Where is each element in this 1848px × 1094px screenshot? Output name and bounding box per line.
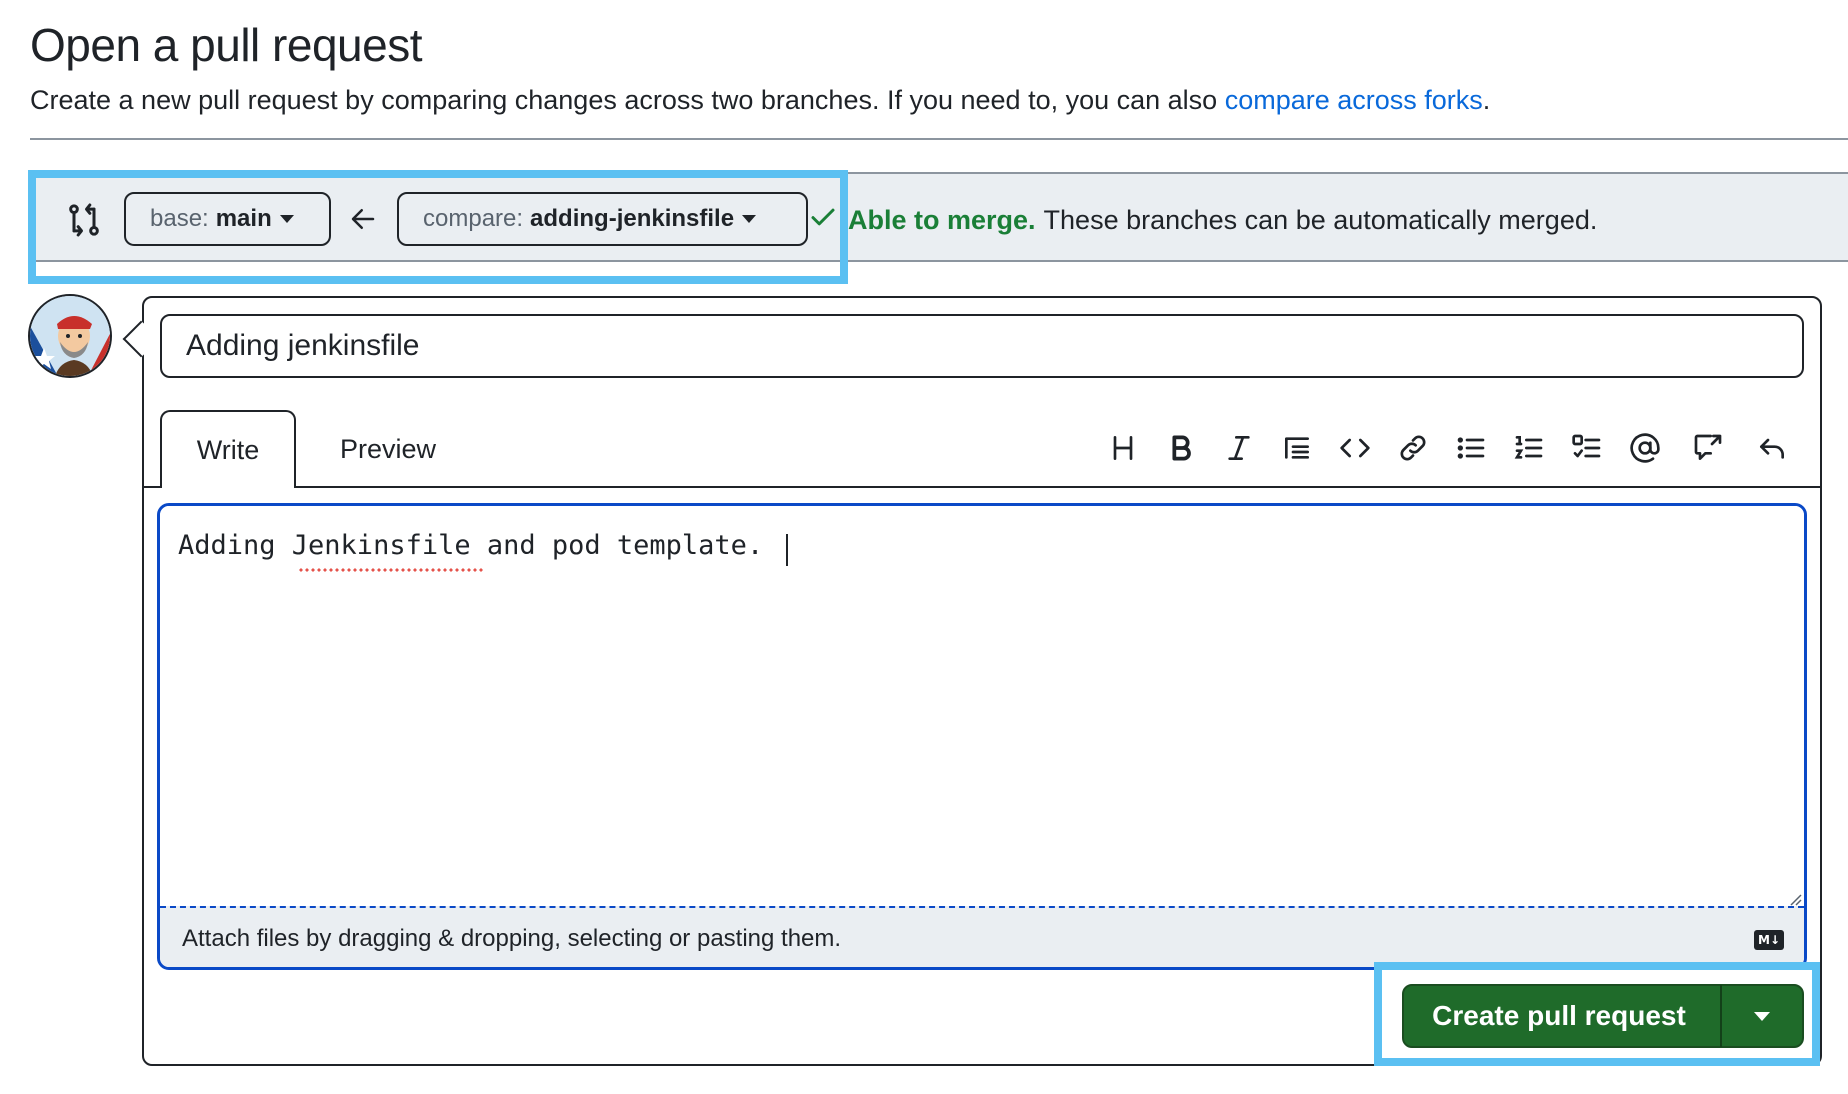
unordered-list-icon[interactable] <box>1449 426 1493 470</box>
spellcheck-underline <box>298 568 483 572</box>
git-compare-icon <box>64 200 104 240</box>
page-title: Open a pull request <box>30 19 423 71</box>
tab-write[interactable]: Write <box>160 410 296 488</box>
italic-icon[interactable] <box>1217 426 1261 470</box>
create-pull-request-button-group: Create pull request <box>1402 984 1804 1048</box>
caret-down-icon <box>1754 1011 1770 1021</box>
check-icon <box>808 202 838 239</box>
base-branch-select[interactable]: base: main <box>124 192 331 246</box>
subtitle-period: . <box>1482 85 1491 115</box>
caret-down-icon <box>279 215 294 223</box>
pr-body-editor: Attach files by dragging & dropping, sel… <box>157 503 1807 970</box>
page-subtitle: Create a new pull request by comparing c… <box>30 85 1490 116</box>
base-value: main <box>215 205 272 232</box>
heading-icon[interactable] <box>1101 426 1145 470</box>
markdown-icon[interactable]: M↓ <box>1754 930 1784 950</box>
pr-title-input[interactable] <box>160 314 1804 378</box>
compare-branch-select[interactable]: compare: adding-jenkinsfile <box>397 192 808 246</box>
merge-status-label: Able to merge. <box>848 205 1036 235</box>
cross-reference-icon[interactable] <box>1686 426 1730 470</box>
bold-icon[interactable] <box>1159 426 1203 470</box>
attach-files-bar[interactable]: Attach files by dragging & dropping, sel… <box>160 906 1804 967</box>
pr-body-textarea[interactable] <box>160 506 1804 906</box>
quote-icon[interactable] <box>1275 426 1319 470</box>
ordered-list-icon[interactable] <box>1507 426 1551 470</box>
create-options-dropdown[interactable] <box>1722 986 1802 1046</box>
merge-status-detail: These branches can be automatically merg… <box>1043 205 1598 235</box>
base-prefix: base: <box>150 205 209 232</box>
compare-prefix: compare: <box>423 205 524 232</box>
task-list-icon[interactable] <box>1565 426 1609 470</box>
divider <box>30 138 1848 140</box>
create-pull-request-button[interactable]: Create pull request <box>1404 1000 1720 1032</box>
resize-handle-icon[interactable] <box>1788 892 1802 906</box>
code-icon[interactable] <box>1333 426 1377 470</box>
compare-value: adding-jenkinsfile <box>530 205 735 232</box>
text-cursor <box>786 534 788 566</box>
caret-down-icon <box>742 215 757 223</box>
attach-files-text: Attach files by dragging & dropping, sel… <box>182 925 842 952</box>
arrow-left-icon <box>348 204 378 234</box>
subtitle-text: Create a new pull request by comparing c… <box>30 85 1225 115</box>
compare-across-forks-link[interactable]: compare across forks <box>1225 85 1483 115</box>
link-icon[interactable] <box>1391 426 1435 470</box>
merge-status: Able to merge. These branches can be aut… <box>808 202 1597 239</box>
avatar <box>28 294 112 378</box>
tab-preview[interactable]: Preview <box>326 410 450 488</box>
mention-icon[interactable] <box>1623 426 1667 470</box>
undo-icon[interactable] <box>1750 426 1794 470</box>
